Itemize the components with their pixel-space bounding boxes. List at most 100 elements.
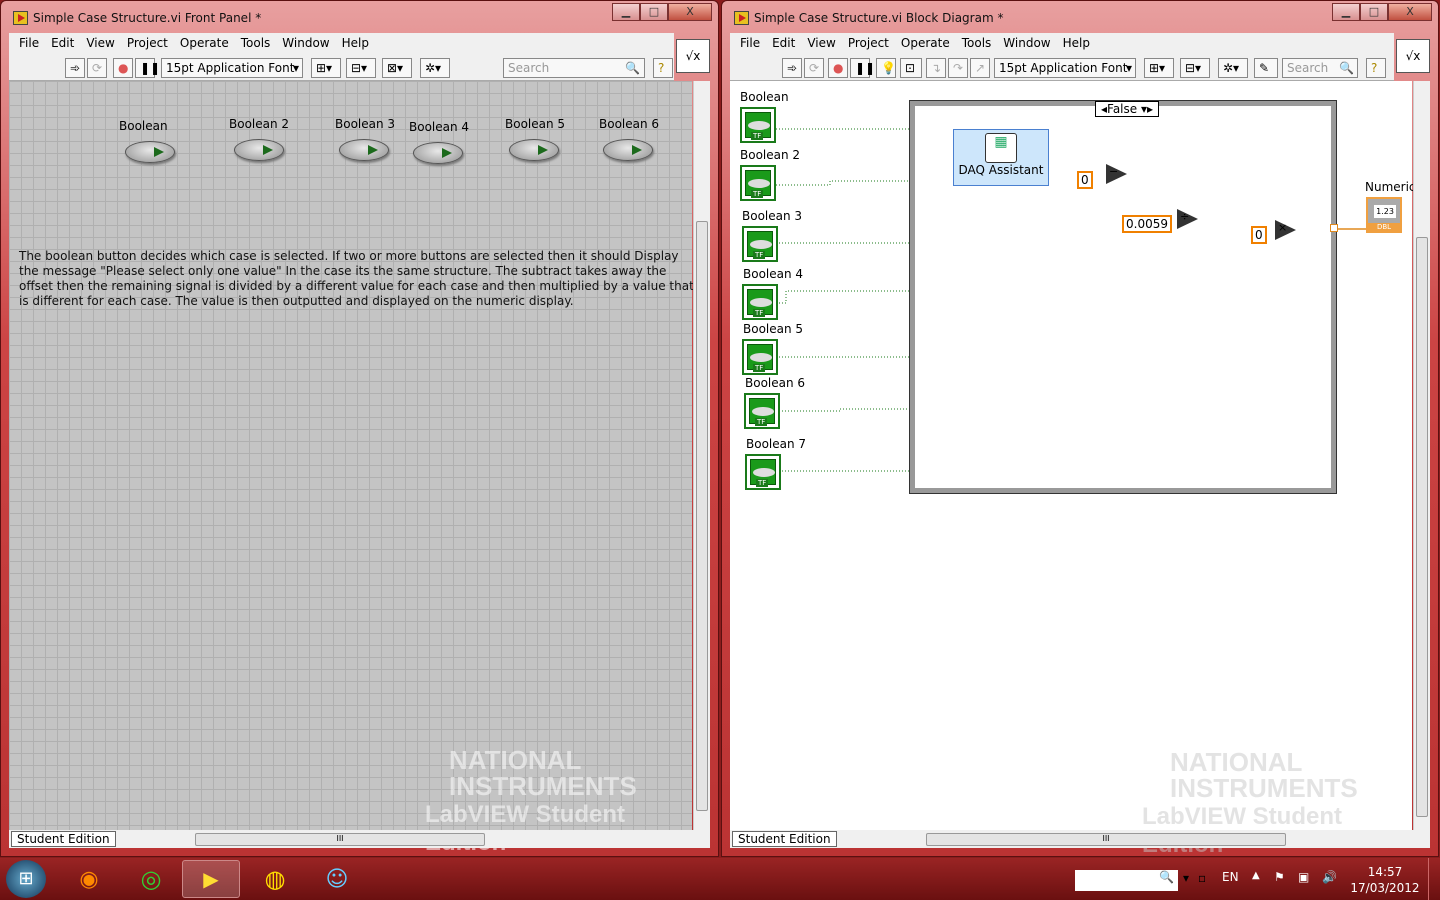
- show-desktop-button[interactable]: [1428, 858, 1440, 900]
- action-center-flag-icon[interactable]: ⚑: [1274, 870, 1285, 884]
- boolean-terminal[interactable]: TF: [745, 454, 781, 490]
- daq-assistant-node[interactable]: ▦ DAQ Assistant: [953, 129, 1049, 186]
- taskbar-spotify-icon[interactable]: ◎: [122, 860, 180, 898]
- vertical-scrollbar[interactable]: [1413, 81, 1430, 830]
- cleanup-diagram-icon[interactable]: ✎: [1254, 58, 1278, 78]
- case-structure[interactable]: ◂False ▾▸ ▦ DAQ Assistant 0 0.0059 0 − ÷…: [909, 100, 1338, 494]
- taskbar-chrome-icon[interactable]: ◍: [246, 860, 304, 898]
- search-input[interactable]: Search 🔍: [503, 58, 645, 78]
- menu-window[interactable]: Window: [276, 33, 335, 55]
- menu-operate[interactable]: Operate: [174, 33, 235, 55]
- help-icon[interactable]: ?: [653, 58, 673, 78]
- close-button[interactable]: X: [1388, 3, 1432, 21]
- multiplier-constant[interactable]: 0: [1251, 226, 1267, 244]
- led-button[interactable]: [234, 139, 284, 161]
- power-icon[interactable]: ▣: [1298, 870, 1309, 884]
- boolean-terminal[interactable]: TF: [740, 107, 776, 143]
- reorder-icon[interactable]: ✲▾: [420, 58, 450, 78]
- menu-view[interactable]: View: [80, 33, 120, 55]
- minimize-button[interactable]: ▁: [612, 3, 640, 21]
- volume-icon[interactable]: 🔊: [1322, 870, 1337, 884]
- menu-tools[interactable]: Tools: [956, 33, 998, 55]
- taskbar-firefox-icon[interactable]: ◉: [60, 860, 118, 898]
- menu-view[interactable]: View: [801, 33, 841, 55]
- menu-file[interactable]: File: [13, 33, 45, 55]
- horizontal-scrollbar[interactable]: III: [926, 830, 1412, 848]
- run-continuous-icon[interactable]: ⟳: [804, 58, 824, 78]
- menu-project[interactable]: Project: [121, 33, 174, 55]
- led-button[interactable]: [509, 139, 559, 161]
- search-input[interactable]: Search 🔍: [1282, 58, 1358, 78]
- led-button[interactable]: [125, 141, 175, 163]
- step-into-icon[interactable]: ↴: [926, 58, 946, 78]
- pause-icon[interactable]: ❚❚: [850, 58, 875, 78]
- menu-operate[interactable]: Operate: [895, 33, 956, 55]
- boolean-control[interactable]: Boolean 2: [229, 117, 289, 161]
- minimize-button[interactable]: ▁: [1332, 3, 1360, 21]
- align-icon[interactable]: ⊞▾: [1144, 58, 1174, 78]
- boolean-terminal[interactable]: TF: [744, 393, 780, 429]
- highlight-execution-icon[interactable]: 💡: [876, 58, 896, 78]
- language-indicator[interactable]: EN: [1222, 870, 1239, 884]
- menu-edit[interactable]: Edit: [766, 33, 801, 55]
- run-arrow-icon[interactable]: ➾: [65, 58, 85, 78]
- start-button[interactable]: ⊞: [6, 860, 46, 898]
- align-icon[interactable]: ⊞▾: [311, 58, 341, 78]
- font-select[interactable]: 15pt Application Font ▾: [161, 58, 303, 78]
- led-button[interactable]: [603, 139, 653, 161]
- distribute-icon[interactable]: ⊟▾: [346, 58, 376, 78]
- pause-icon[interactable]: ❚❚: [135, 58, 160, 78]
- resize-icon[interactable]: ⊠▾: [382, 58, 412, 78]
- run-arrow-icon[interactable]: ➾: [782, 58, 802, 78]
- boolean-control[interactable]: Boolean: [119, 119, 175, 163]
- menu-edit[interactable]: Edit: [45, 33, 80, 55]
- run-continuous-icon[interactable]: ⟳: [87, 58, 107, 78]
- scroll-thumb[interactable]: III: [195, 833, 485, 846]
- show-hidden-icons[interactable]: ▲: [1252, 870, 1260, 881]
- menu-help[interactable]: Help: [1057, 33, 1096, 55]
- boolean-terminal[interactable]: TF: [742, 339, 778, 375]
- taskbar-messenger-icon[interactable]: ☺: [308, 860, 366, 898]
- menu-help[interactable]: Help: [336, 33, 375, 55]
- close-button[interactable]: X: [668, 3, 712, 21]
- multiply-node[interactable]: ×: [1275, 220, 1296, 240]
- step-out-icon[interactable]: ↗: [970, 58, 990, 78]
- menu-file[interactable]: File: [734, 33, 766, 55]
- boolean-control[interactable]: Boolean 4: [409, 120, 469, 164]
- vertical-scrollbar[interactable]: [693, 81, 710, 830]
- scroll-thumb[interactable]: III: [926, 833, 1286, 846]
- retain-wire-values-icon[interactable]: ⊡: [900, 58, 922, 78]
- maximize-button[interactable]: □: [1360, 3, 1388, 21]
- distribute-icon[interactable]: ⊟▾: [1180, 58, 1210, 78]
- menu-project[interactable]: Project: [842, 33, 895, 55]
- menu-tools[interactable]: Tools: [235, 33, 277, 55]
- case-selector[interactable]: ◂False ▾▸: [1095, 101, 1159, 117]
- boolean-control[interactable]: Boolean 5: [505, 117, 565, 161]
- horizontal-scrollbar[interactable]: III: [195, 830, 692, 848]
- reorder-icon[interactable]: ✲▾: [1218, 58, 1248, 78]
- taskbar-labview-icon[interactable]: ▶: [182, 860, 240, 898]
- boolean-terminal[interactable]: TF: [742, 226, 778, 262]
- abort-icon[interactable]: ●: [828, 58, 848, 78]
- boolean-control[interactable]: Boolean 3: [335, 117, 395, 161]
- divisor-constant[interactable]: 0.0059: [1122, 215, 1172, 233]
- subtract-node[interactable]: −: [1106, 164, 1127, 184]
- clock[interactable]: 14:57 17/03/2012: [1350, 864, 1420, 896]
- boolean-control[interactable]: Boolean 6: [599, 117, 659, 161]
- taskbar-search-input[interactable]: 🔍: [1075, 870, 1178, 891]
- led-button[interactable]: [413, 142, 463, 164]
- offset-constant[interactable]: 0: [1077, 171, 1093, 189]
- boolean-terminal[interactable]: TF: [740, 165, 776, 201]
- help-icon[interactable]: ?: [1366, 58, 1386, 78]
- boolean-terminal[interactable]: TF: [742, 284, 778, 320]
- abort-icon[interactable]: ●: [113, 58, 133, 78]
- desktop-toolbar-icon[interactable]: ▫: [1198, 871, 1206, 885]
- step-over-icon[interactable]: ↷: [948, 58, 968, 78]
- maximize-button[interactable]: □: [640, 3, 668, 21]
- font-select[interactable]: 15pt Application Font ▾: [994, 58, 1136, 78]
- divide-node[interactable]: ÷: [1177, 209, 1198, 229]
- led-button[interactable]: [339, 139, 389, 161]
- menu-window[interactable]: Window: [997, 33, 1056, 55]
- toolbar-expand-icon[interactable]: ▾: [1183, 871, 1189, 885]
- numeric-indicator[interactable]: 1.23 DBL: [1366, 197, 1402, 233]
